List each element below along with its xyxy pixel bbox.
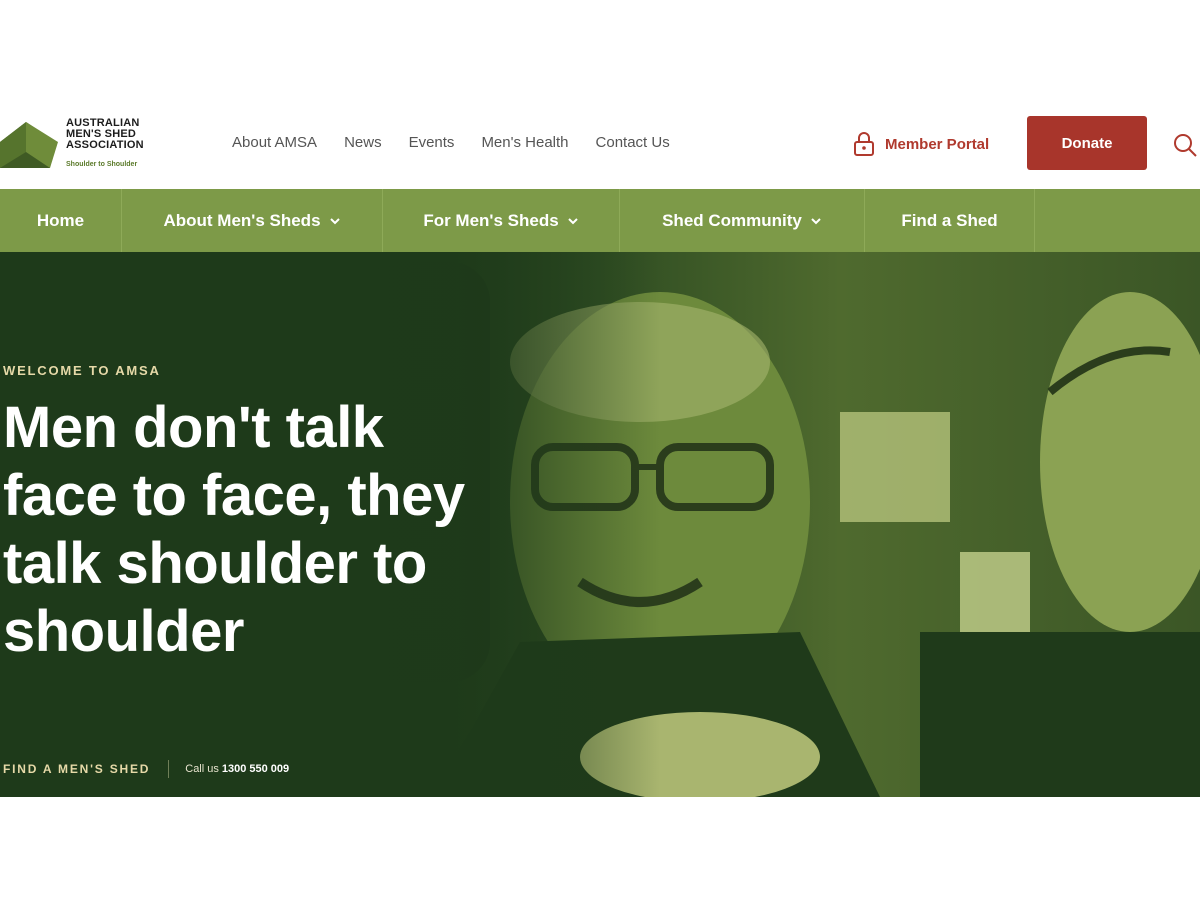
- mainnav-about-mens-sheds-label: About Men's Sheds: [163, 210, 321, 230]
- mainnav-find-a-shed[interactable]: Find a Shed: [865, 189, 1035, 252]
- topnav-mens-health[interactable]: Men's Health: [481, 134, 568, 151]
- mainnav-shed-community[interactable]: Shed Community: [620, 189, 865, 252]
- main-navigation: Home About Men's Sheds For Men's Sheds S…: [0, 189, 1200, 252]
- top-navigation: About AMSA News Events Men's Health Cont…: [232, 134, 697, 151]
- member-portal-label: Member Portal: [885, 135, 990, 153]
- mainnav-home-label: Home: [36, 210, 85, 230]
- mainnav-about-mens-sheds[interactable]: About Men's Sheds: [122, 189, 383, 252]
- topnav-events[interactable]: Events: [409, 134, 455, 151]
- site-header: AUSTRALIAN MEN'S SHED ASSOCIATION Should…: [0, 100, 1200, 188]
- search-icon[interactable]: [1172, 133, 1200, 157]
- topnav-about-amsa[interactable]: About AMSA: [232, 134, 317, 151]
- call-us-label: Call us: [185, 763, 219, 775]
- chevron-down-icon: [567, 217, 578, 224]
- chevron-down-icon: [811, 217, 821, 224]
- site-logo[interactable]: AUSTRALIAN MEN'S SHED ASSOCIATION Should…: [0, 114, 175, 174]
- hero-headline: Men don't talk face to face, they talk s…: [3, 394, 603, 666]
- mainnav-shed-community-label: Shed Community: [662, 210, 802, 230]
- hero-eyebrow: WELCOME TO AMSA: [3, 363, 161, 378]
- member-portal-link[interactable]: Member Portal: [853, 130, 989, 158]
- hero-cta-row: FIND A MEN'S SHED Call us 1300 550 009: [3, 760, 289, 778]
- donate-button[interactable]: Donate: [1027, 116, 1147, 170]
- headline-line-1: Men don't talk: [3, 395, 384, 460]
- topnav-news[interactable]: News: [344, 134, 382, 151]
- logo-wordmark: AUSTRALIAN MEN'S SHED ASSOCIATION: [66, 118, 176, 151]
- mainnav-home[interactable]: Home: [0, 189, 122, 252]
- mainnav-for-mens-sheds[interactable]: For Men's Sheds: [383, 189, 620, 252]
- hero-banner: WELCOME TO AMSA Men don't talk face to f…: [0, 252, 1200, 797]
- shed-logo-icon: [0, 122, 58, 168]
- headline-line-4: shoulder: [3, 599, 244, 664]
- headline-line-2: face to face, they: [3, 463, 465, 528]
- phone-number-link[interactable]: 1300 550 009: [222, 763, 289, 775]
- mainnav-find-a-shed-label: Find a Shed: [901, 210, 998, 230]
- chevron-down-icon: [329, 217, 340, 224]
- topnav-contact-us[interactable]: Contact Us: [596, 134, 670, 151]
- logo-tagline: Shoulder to Shoulder: [66, 161, 138, 168]
- headline-line-3: talk shoulder to: [3, 531, 427, 596]
- mainnav-for-mens-sheds-label: For Men's Sheds: [423, 210, 559, 230]
- find-a-mens-shed-link[interactable]: FIND A MEN'S SHED: [3, 762, 150, 776]
- lock-icon: [854, 132, 874, 156]
- cta-divider: [168, 760, 170, 778]
- logo-line-3: ASSOCIATION: [66, 139, 144, 151]
